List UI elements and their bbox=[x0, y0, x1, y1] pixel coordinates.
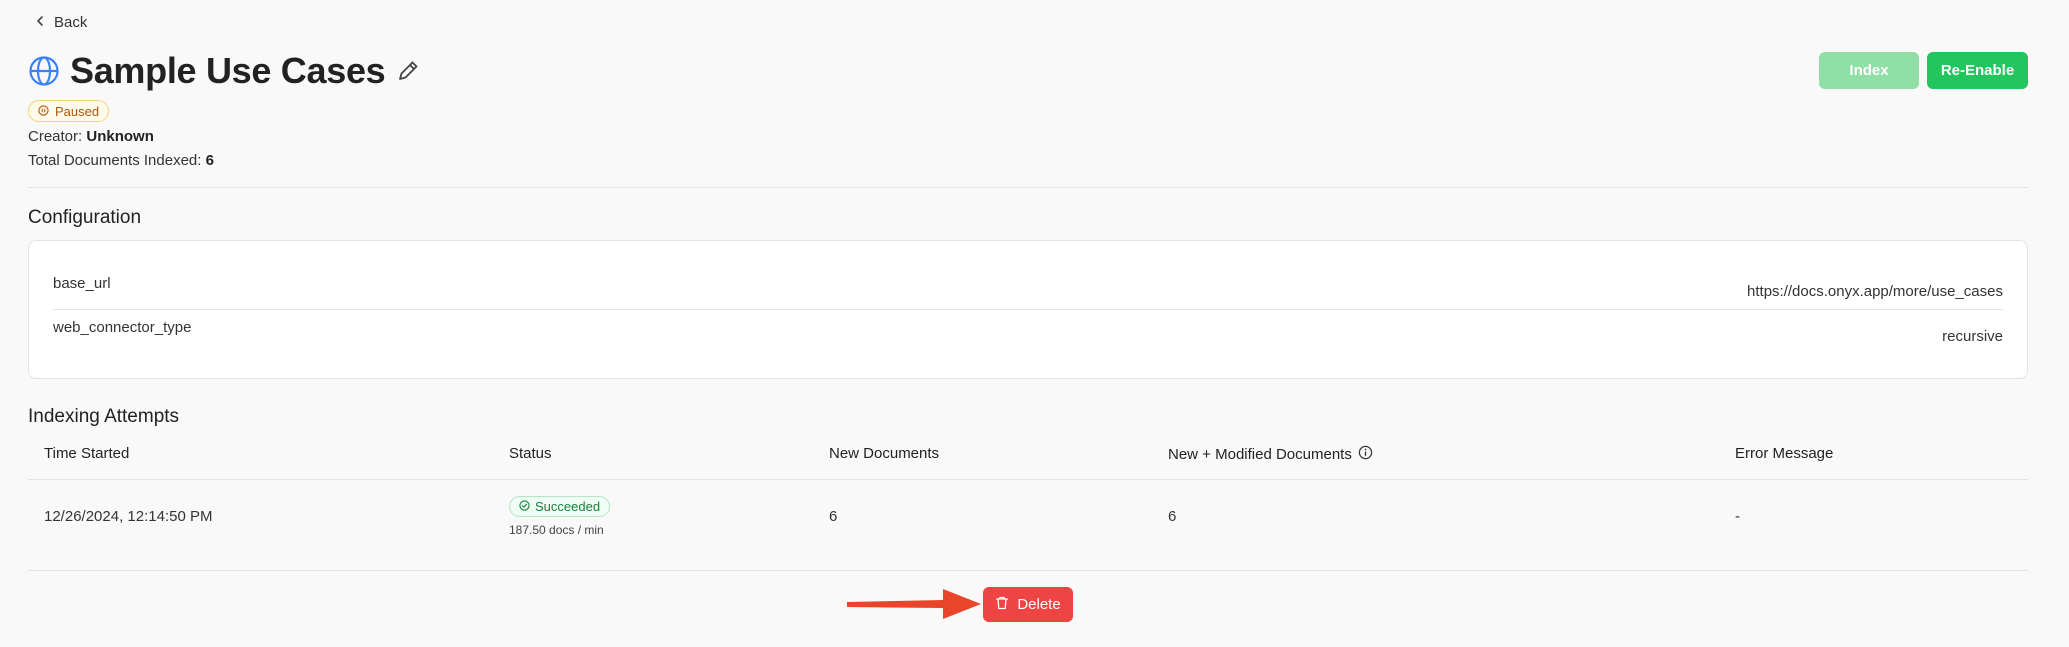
column-header-status: Status bbox=[509, 445, 552, 462]
documents-indexed-line: Total Documents Indexed: 6 bbox=[28, 152, 214, 169]
pencil-icon[interactable] bbox=[395, 58, 421, 84]
column-header-time-started: Time Started bbox=[44, 445, 130, 462]
re-enable-button[interactable]: Re-Enable bbox=[1927, 52, 2028, 89]
creator-label: Creator: bbox=[28, 128, 83, 145]
page-title: Sample Use Cases bbox=[70, 50, 386, 91]
succeeded-badge: Succeeded bbox=[509, 496, 611, 517]
delete-label: Delete bbox=[1017, 596, 1061, 613]
creator-line: Creator: Unknown bbox=[28, 128, 154, 145]
config-row-divider bbox=[53, 309, 2003, 310]
indexing-attempts-title: Indexing Attempts bbox=[28, 406, 180, 427]
configuration-card: base_url https://docs.onyx.app/more/use_… bbox=[28, 240, 2028, 379]
config-value: recursive bbox=[1942, 328, 2003, 345]
title-row: Sample Use Cases bbox=[28, 50, 421, 92]
documents-indexed-value: 6 bbox=[205, 152, 214, 169]
index-button[interactable]: Index bbox=[1819, 52, 1919, 89]
cell-new-documents: 6 bbox=[829, 508, 838, 525]
column-header-new-modified-documents: New + Modified Documents bbox=[1168, 445, 1373, 464]
chevron-left-icon bbox=[34, 14, 46, 31]
config-row: web_connector_type recursive bbox=[53, 319, 2003, 363]
back-label: Back bbox=[54, 14, 88, 31]
header-divider bbox=[28, 187, 2028, 188]
pause-circle-icon bbox=[38, 104, 49, 119]
documents-indexed-label: Total Documents Indexed: bbox=[28, 152, 202, 169]
config-row: base_url https://docs.onyx.app/more/use_… bbox=[53, 275, 2003, 319]
configuration-title: Configuration bbox=[28, 207, 142, 228]
cell-new-modified-documents: 6 bbox=[1168, 508, 1177, 525]
trash-icon bbox=[995, 596, 1009, 614]
info-circle-icon[interactable] bbox=[1358, 445, 1373, 464]
annotation-arrow bbox=[845, 587, 983, 628]
cell-error-message: - bbox=[1735, 508, 1740, 525]
status-label: Paused bbox=[55, 103, 100, 119]
creator-value: Unknown bbox=[86, 128, 154, 145]
globe-icon bbox=[28, 55, 60, 87]
status-succeeded-label: Succeeded bbox=[535, 499, 601, 514]
column-header-error-message: Error Message bbox=[1735, 445, 1834, 462]
delete-button[interactable]: Delete bbox=[983, 587, 1073, 622]
table-row: 12/26/2024, 12:14:50 PM Succeeded 187.50… bbox=[28, 480, 2028, 571]
config-key: web_connector_type bbox=[53, 319, 192, 336]
config-key: base_url bbox=[53, 275, 111, 292]
status-badge: Paused bbox=[28, 100, 110, 122]
config-value: https://docs.onyx.app/more/use_cases bbox=[1747, 283, 2003, 300]
table-header: Time Started Status New Documents New + … bbox=[28, 440, 2028, 480]
column-header-new-documents: New Documents bbox=[829, 445, 940, 462]
back-link[interactable]: Back bbox=[34, 14, 87, 31]
indexing-rate: 187.50 docs / min bbox=[509, 523, 604, 537]
cell-time-started: 12/26/2024, 12:14:50 PM bbox=[44, 508, 213, 525]
check-circle-icon bbox=[519, 499, 530, 514]
